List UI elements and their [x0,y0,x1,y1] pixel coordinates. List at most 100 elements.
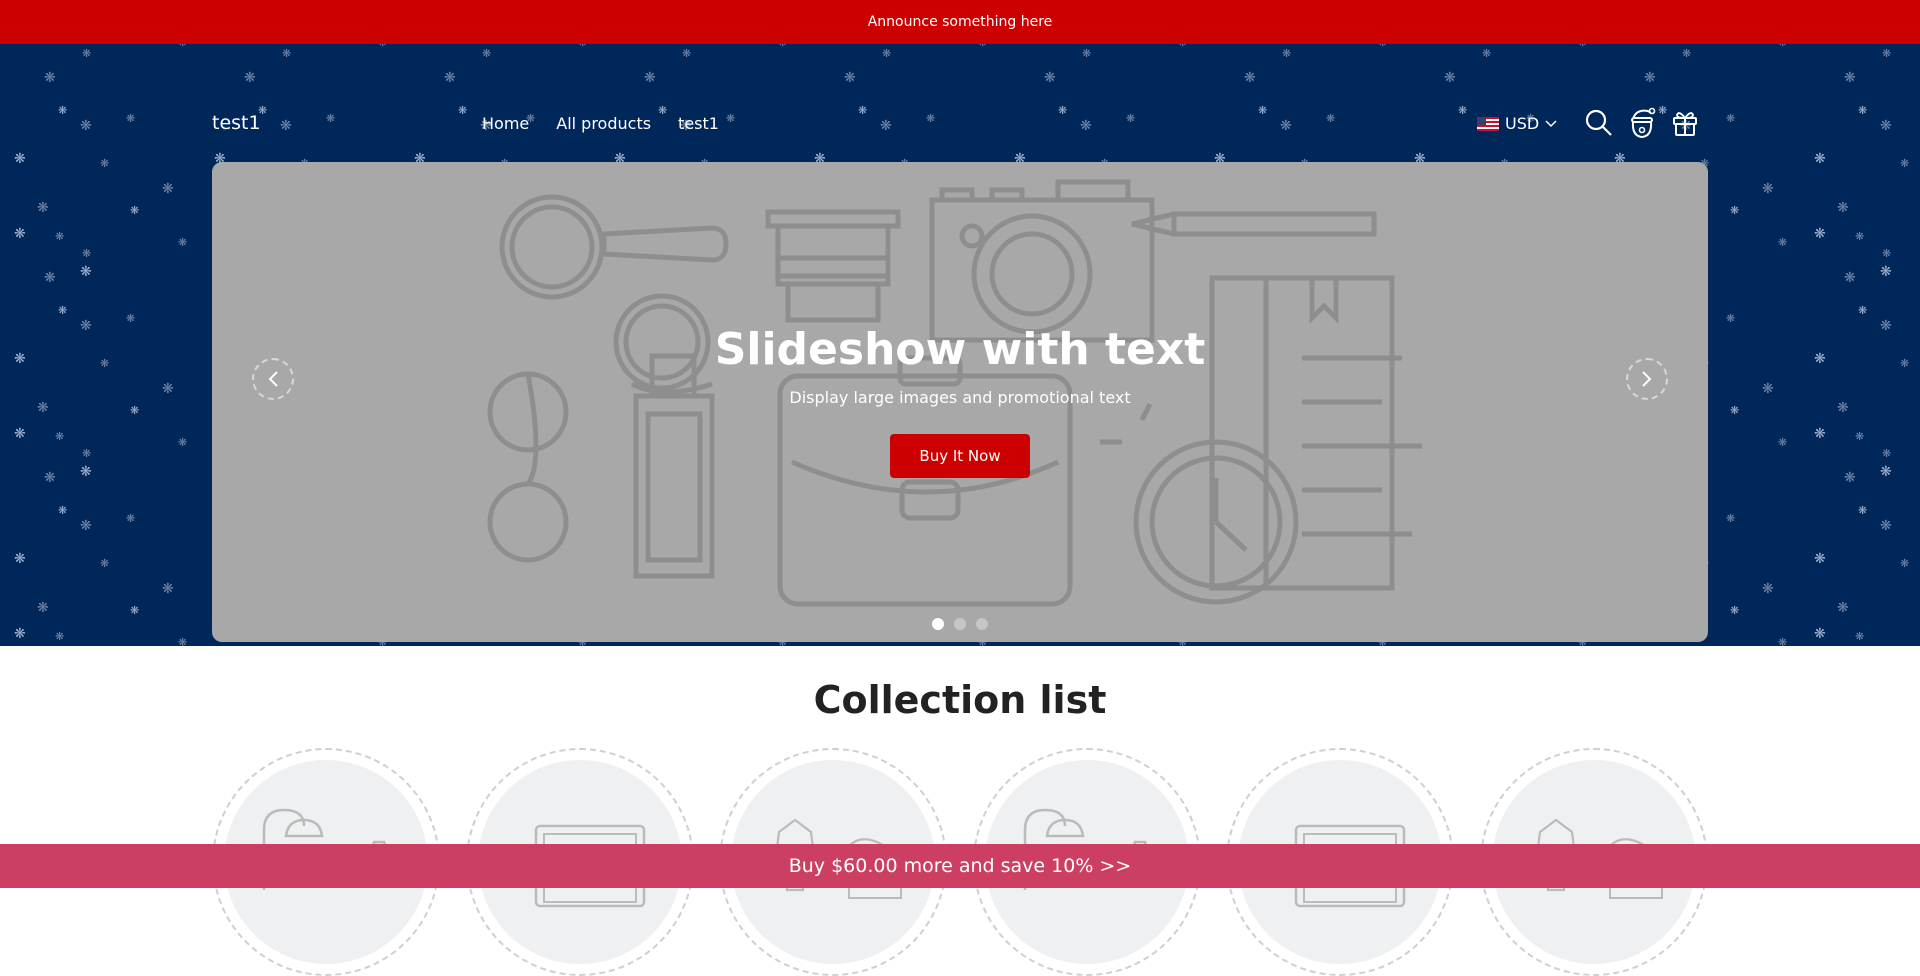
gift-cart-icon [1673,112,1697,136]
nav-test1[interactable]: test1 [678,114,719,133]
snowflake-icon: ❋ [378,44,387,49]
snowflake-icon: ❋ [1814,626,1826,642]
snowflake-icon: ❋ [978,44,987,49]
snowflake-icon: ❋ [178,636,187,646]
snowflake-icon: ❋ [282,47,291,60]
snowflake-icon: ❋ [44,470,56,486]
cart-button[interactable] [1670,108,1700,138]
site-header: test1 Home All products test1 USD [212,100,1708,150]
search-button[interactable] [1584,108,1614,138]
snowflake-icon: ❋ [1814,151,1826,167]
snowflake-icon: ❋ [778,44,787,49]
snowflake-icon: ❋ [1682,47,1691,60]
snowflake-icon: ❋ [1855,430,1864,443]
snowflake-icon: ❋ [100,557,109,570]
snowflake-icon: ❋ [1814,351,1826,367]
snowflake-icon: ❋ [1858,504,1867,517]
snowflake-icon: ❋ [1778,44,1787,49]
account-button[interactable] [1627,107,1657,139]
snowflake-icon: ❋ [1044,70,1056,86]
snowflake-icon: ❋ [58,504,67,517]
snowflake-icon: ❋ [80,264,92,280]
nav-all-products[interactable]: All products [556,114,651,133]
snowflake-icon: ❋ [44,70,56,86]
collection-list-title: Collection list [813,678,1107,722]
snowflake-icon: ❋ [1837,400,1849,416]
snowflake-icon: ❋ [55,230,64,243]
snowflake-icon: ❋ [1814,551,1826,567]
promo-bar[interactable]: Buy $60.00 more and save 10% >> [0,844,1920,888]
currency-code: USD [1505,114,1540,133]
snowflake-icon: ❋ [1844,470,1856,486]
snowflake-icon: ❋ [1762,581,1774,597]
snowflake-icon: ❋ [1726,312,1735,325]
snowflake-icon: ❋ [1730,404,1739,417]
snowflake-icon: ❋ [1882,447,1891,460]
snowflake-icon: ❋ [1730,204,1739,217]
snowflake-icon: ❋ [1844,270,1856,286]
snowflake-icon: ❋ [1778,636,1787,646]
buy-it-now-button[interactable]: Buy It Now [890,434,1030,478]
snowflake-icon: ❋ [14,226,26,242]
snowflake-icon: ❋ [1837,600,1849,616]
us-flag-icon [1477,116,1499,131]
snowflake-icon: ❋ [1858,104,1867,117]
snowflake-icon: ❋ [162,581,174,597]
slide-dot-1[interactable] [932,618,944,630]
snowflake-icon: ❋ [1814,226,1826,242]
slide-dot-2[interactable] [954,618,966,630]
snowflake-icon: ❋ [82,247,91,260]
snowflake-icon: ❋ [80,318,92,334]
snowflake-icon: ❋ [162,381,174,397]
slide-subtitle: Display large images and promotional tex… [789,388,1131,407]
snowflake-icon: ❋ [578,44,587,49]
hero-section: ❋ ❋ ❋ ❋ ❋ ❋ ❋ ❋ ❋ ❋ ❋ ❋ ❋ ❋ ❋ ❋ ❋ ❋ ❋ ❋ ❋ ❋ ❋ ❋ ❋ ❋ ❋ ❋ ❋ ❋ ❋ ❋ ❋ ❋ ❋ ❋ ❋ ❋ ❋ ❋… [0,44,1920,646]
snowflake-icon: ❋ [126,312,135,325]
snowflake-icon: ❋ [1880,118,1892,134]
store-logo[interactable]: test1 [212,112,261,134]
snowflake-icon: ❋ [644,70,656,86]
nav-home[interactable]: Home [482,114,529,133]
snowflake-icon: ❋ [1880,464,1892,480]
snowflake-icon: ❋ [1882,247,1891,260]
snowflake-icon: ❋ [82,447,91,460]
snowflake-icon: ❋ [1880,518,1892,534]
snowflake-icon: ❋ [1880,264,1892,280]
snowflake-icon: ❋ [14,351,26,367]
currency-selector[interactable]: USD [1477,114,1557,133]
snowflake-icon: ❋ [37,400,49,416]
snowflake-icon: ❋ [1778,436,1787,449]
snowflake-icon: ❋ [1882,47,1891,60]
snowflake-icon: ❋ [1644,70,1656,86]
snowflake-icon: ❋ [126,512,135,525]
slide-title: Slideshow with text [714,324,1206,375]
chevron-down-icon [1545,119,1557,127]
snowflake-icon: ❋ [1578,44,1587,49]
snowflake-icon: ❋ [80,464,92,480]
snowflake-icon: ❋ [58,104,67,117]
snowflake-icon: ❋ [1082,47,1091,60]
slide-dot-3[interactable] [976,618,988,630]
snowflake-icon: ❋ [80,118,92,134]
snowflake-icon: ❋ [1726,112,1735,125]
slide-prev-button[interactable] [252,358,294,400]
snowflake-icon: ❋ [178,44,187,49]
snowflake-icon: ❋ [682,47,691,60]
snowflake-icon: ❋ [1837,200,1849,216]
main-nav: Home All products test1 [482,114,746,133]
slide-next-button[interactable] [1626,358,1668,400]
snowflake-icon: ❋ [1844,70,1856,86]
snowflake-icon: ❋ [1444,70,1456,86]
snowflake-icon: ❋ [126,112,135,125]
snowflake-icon: ❋ [55,430,64,443]
snowflake-icon: ❋ [100,157,109,170]
snowflake-icon: ❋ [1762,381,1774,397]
snowflake-icon: ❋ [55,630,64,643]
snowflake-icon: ❋ [130,604,139,617]
snowflake-icon: ❋ [1855,230,1864,243]
snowflake-icon: ❋ [1482,47,1491,60]
snowflake-icon: ❋ [482,47,491,60]
chevron-left-icon [268,371,278,387]
snowflake-icon: ❋ [1730,604,1739,617]
snowflake-icon: ❋ [37,600,49,616]
